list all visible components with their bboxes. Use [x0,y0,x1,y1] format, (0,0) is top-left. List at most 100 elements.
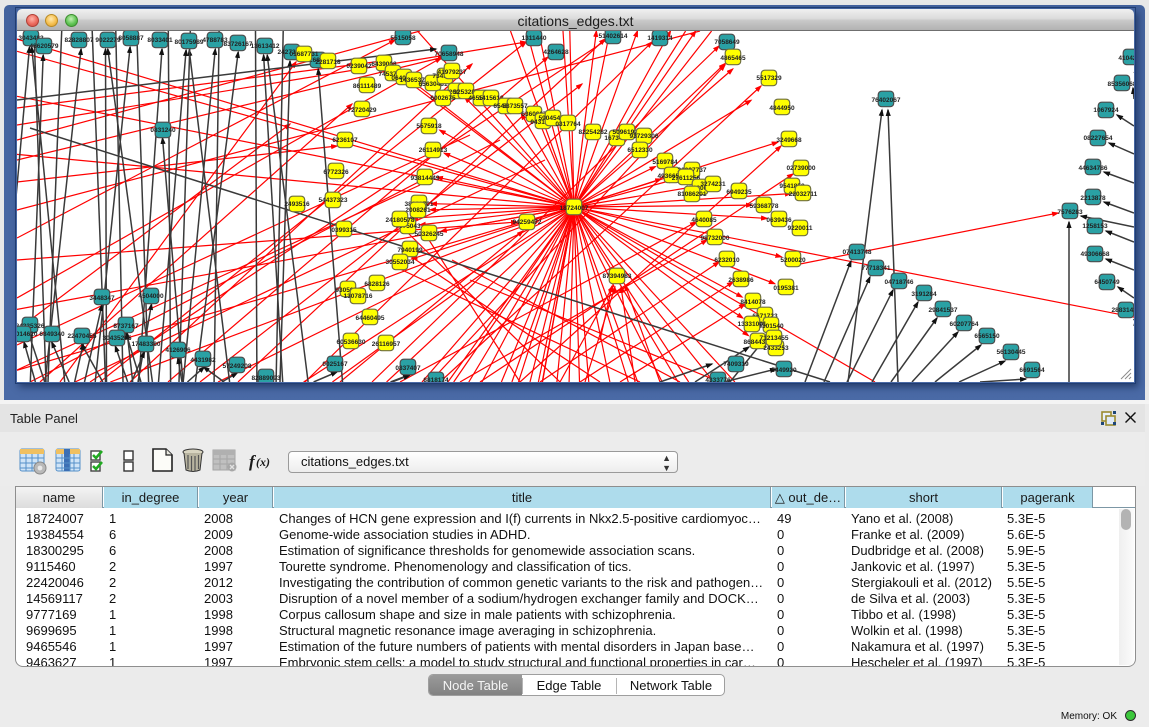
svg-text:3274231: 3274231 [700,181,726,188]
svg-text:93729306: 93729306 [630,133,659,140]
svg-text:4104234: 4104234 [1118,55,1134,62]
svg-text:3448347: 3448347 [89,295,115,302]
svg-text:17483380: 17483380 [132,341,161,348]
svg-text:86111489: 86111489 [353,83,382,90]
svg-text:04718746: 04718746 [885,279,914,286]
svg-text:0239042: 0239042 [346,63,372,70]
svg-text:0399315: 0399315 [331,227,357,234]
svg-text:5169784: 5169784 [652,159,678,166]
svg-text:77718341: 77718341 [862,265,891,272]
svg-text:56130445: 56130445 [997,349,1026,356]
svg-text:6949235: 6949235 [726,189,752,196]
svg-text:01687731: 01687731 [290,51,319,58]
svg-text:8033401: 8033401 [147,37,173,44]
svg-text:4504000: 4504000 [138,293,164,300]
svg-text:6565150: 6565150 [974,333,1000,340]
svg-text:02014620: 02014620 [17,331,38,338]
svg-text:6828126: 6828126 [364,281,390,288]
svg-text:6691564: 6691564 [1019,367,1045,374]
svg-text:7409319: 7409319 [723,361,749,368]
svg-text:4264628: 4264628 [543,49,569,56]
svg-text:26114913: 26114913 [419,147,448,154]
svg-text:(x): (x) [256,455,270,469]
svg-text:72720429: 72720429 [348,107,377,114]
svg-text:22470455: 22470455 [68,333,97,340]
svg-text:5873557: 5873557 [502,103,528,110]
svg-text:60536630: 60536630 [337,339,366,346]
svg-text:8737167: 8737167 [113,323,139,330]
svg-text:02739000: 02739000 [787,165,816,172]
svg-text:80175989: 80175989 [175,39,204,46]
svg-text:6002675: 6002675 [430,95,456,102]
svg-text:0837407: 0837407 [395,365,421,372]
svg-text:94259472: 94259472 [513,219,542,226]
svg-text:81086201: 81086201 [678,191,707,198]
svg-text:1258153: 1258153 [1082,223,1108,230]
svg-text:8058887: 8058887 [118,35,144,42]
svg-text:98732000: 98732000 [701,235,730,242]
svg-text:6232010: 6232010 [714,257,740,264]
svg-text:07413748: 07413748 [843,249,872,256]
svg-text:71213455: 71213455 [760,335,789,342]
svg-text:4865465: 4865465 [720,55,746,62]
svg-text:13331001: 13331001 [738,321,767,328]
svg-text:4640085: 4640085 [691,217,717,224]
svg-text:30435205: 30435205 [103,335,132,342]
svg-text:7940199: 7940199 [397,247,423,254]
svg-text:0317764: 0317764 [555,121,581,128]
svg-text:26116957: 26116957 [372,341,401,348]
svg-text:29841537: 29841537 [929,307,958,314]
svg-text:85356068: 85356068 [1108,81,1134,88]
svg-text:4844950: 4844950 [769,105,795,112]
svg-text:2638986: 2638986 [728,277,754,284]
svg-text:08227654: 08227654 [1084,135,1113,142]
svg-text:2008261: 2008261 [405,207,431,214]
svg-text:76402067: 76402067 [872,97,901,104]
svg-text:0831240: 0831240 [150,127,176,134]
svg-text:13078716: 13078716 [344,293,373,300]
svg-text:8818174: 8818174 [423,377,449,382]
svg-text:0195381: 0195381 [773,285,799,292]
svg-text:2281718: 2281718 [315,59,341,66]
svg-text:8414078: 8414078 [740,299,766,306]
svg-text:1311440: 1311440 [522,35,547,42]
svg-text:6772326: 6772326 [323,169,349,176]
svg-text:6450749: 6450749 [1094,279,1120,286]
svg-text:0025167: 0025167 [322,361,348,368]
svg-text:60207764: 60207764 [950,321,979,328]
svg-text:44634786: 44634786 [1079,165,1108,172]
svg-text:7058649: 7058649 [714,39,740,46]
svg-text:93814449: 93814449 [411,175,440,182]
svg-text:6236107: 6236107 [332,137,358,144]
svg-text:4431982: 4431982 [190,357,216,364]
svg-text:83726167: 83726167 [224,41,253,48]
svg-text:30552034: 30552034 [386,259,415,266]
svg-text:82889093: 82889093 [252,375,281,382]
svg-text:48620579: 48620579 [30,43,59,50]
svg-text:87394983: 87394983 [603,273,632,280]
svg-text:50326245: 50326245 [415,231,444,238]
svg-text:1419314: 1419314 [647,35,673,42]
svg-text:18724007: 18724007 [560,205,589,212]
svg-text:51402614: 51402614 [599,33,628,40]
svg-text:0639436: 0639436 [766,217,792,224]
svg-text:3191284: 3191284 [911,291,937,298]
svg-text:5515058: 5515058 [390,35,416,42]
svg-text:9022279: 9022279 [95,37,121,44]
svg-text:57249208: 57249208 [223,363,252,370]
svg-text:5449920: 5449920 [771,367,797,374]
svg-text:59368778: 59368778 [750,203,779,210]
svg-text:6849340: 6849340 [39,331,65,338]
svg-text:54437323: 54437323 [319,197,348,204]
svg-text:4126906: 4126906 [165,347,191,354]
svg-text:64460495: 64460495 [356,315,385,322]
svg-text:2493516: 2493516 [284,201,310,208]
svg-text:28831436: 28831436 [1112,307,1134,314]
svg-text:1067924: 1067924 [1093,107,1119,114]
svg-text:70658948: 70658948 [435,51,464,58]
svg-text:5575918: 5575918 [416,123,442,130]
svg-text:41979237: 41979237 [438,69,467,76]
svg-text:5200020: 5200020 [780,257,806,264]
svg-text:82828807: 82828807 [65,37,94,44]
svg-text:3249668: 3249668 [776,137,802,144]
